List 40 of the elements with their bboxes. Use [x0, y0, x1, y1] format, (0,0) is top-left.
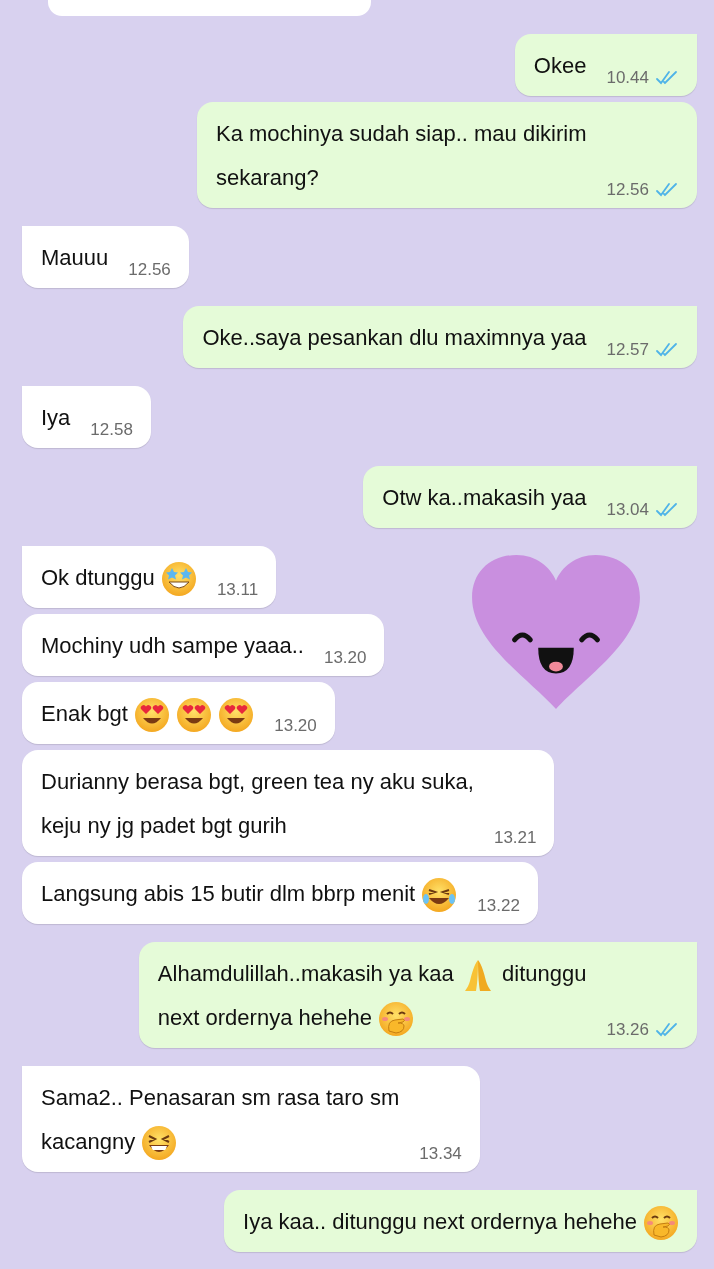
message-time: 12.58 [90, 420, 133, 440]
message-time: 13.04 [606, 500, 649, 520]
message-text: Oke..saya pesankan dlu maximnya yaa [202, 325, 587, 350]
message-time: 13.11 [216, 580, 259, 600]
message-text: next ordernya hehehe [157, 1005, 372, 1030]
message-time: 13.26 [606, 1020, 649, 1040]
message-text: Mauuu [41, 245, 109, 270]
message-text: Otw ka..makasih yaa [382, 485, 587, 510]
message-time: 12.56 [606, 180, 649, 200]
message-time: 13.21 [493, 828, 537, 848]
message-text: Iya kaa.. ditunggu next ordernya hehehe [243, 1209, 637, 1234]
message-text: Ok dtunggu [41, 565, 155, 590]
message-text: kacangny [41, 1129, 136, 1154]
heart-eyed-face-icon [133, 697, 170, 734]
message-text: Iya [41, 405, 71, 430]
message-text: Enak bgt [41, 701, 128, 726]
message-text: ditunggu [502, 961, 587, 986]
message-time: 12.57 [606, 340, 649, 360]
hand-over-mouth-face-icon [643, 1205, 679, 1242]
laughing-face-icon [421, 877, 458, 914]
message-text: Ka mochinya sudah siap.. mau dikirim [215, 121, 587, 146]
message-text: Mochiny udh sampe yaaa.. [41, 633, 304, 658]
heart-eyed-face-icon [218, 697, 255, 734]
message-time: 10.44 [606, 68, 649, 88]
message-text: Okee [533, 53, 587, 78]
star-eyed-face-icon [160, 561, 197, 598]
grinning-squinting-face-icon [141, 1125, 178, 1162]
message-text: Alhamdulillah..makasih ya kaa [157, 961, 454, 986]
message-time: 13.20 [323, 648, 367, 668]
message-time: 13.22 [477, 896, 520, 916]
message-text: Langsung abis 15 butir dlm bbrp menit [41, 881, 416, 906]
hand-over-mouth-face-icon [378, 1001, 415, 1038]
message-text: Durianny berasa bgt, green tea ny aku suka, [41, 769, 474, 794]
message-text: sekarang? [215, 165, 319, 190]
message-time: 12.56 [128, 260, 171, 280]
heart-eyed-face-icon [176, 697, 213, 734]
message-text: Sama2.. Penasaran sm rasa taro sm [41, 1085, 400, 1110]
message-text: keju ny jg padet bgt gurih [41, 813, 287, 838]
message-time: 13.20 [274, 716, 317, 736]
message-time: 13.34 [419, 1144, 462, 1164]
